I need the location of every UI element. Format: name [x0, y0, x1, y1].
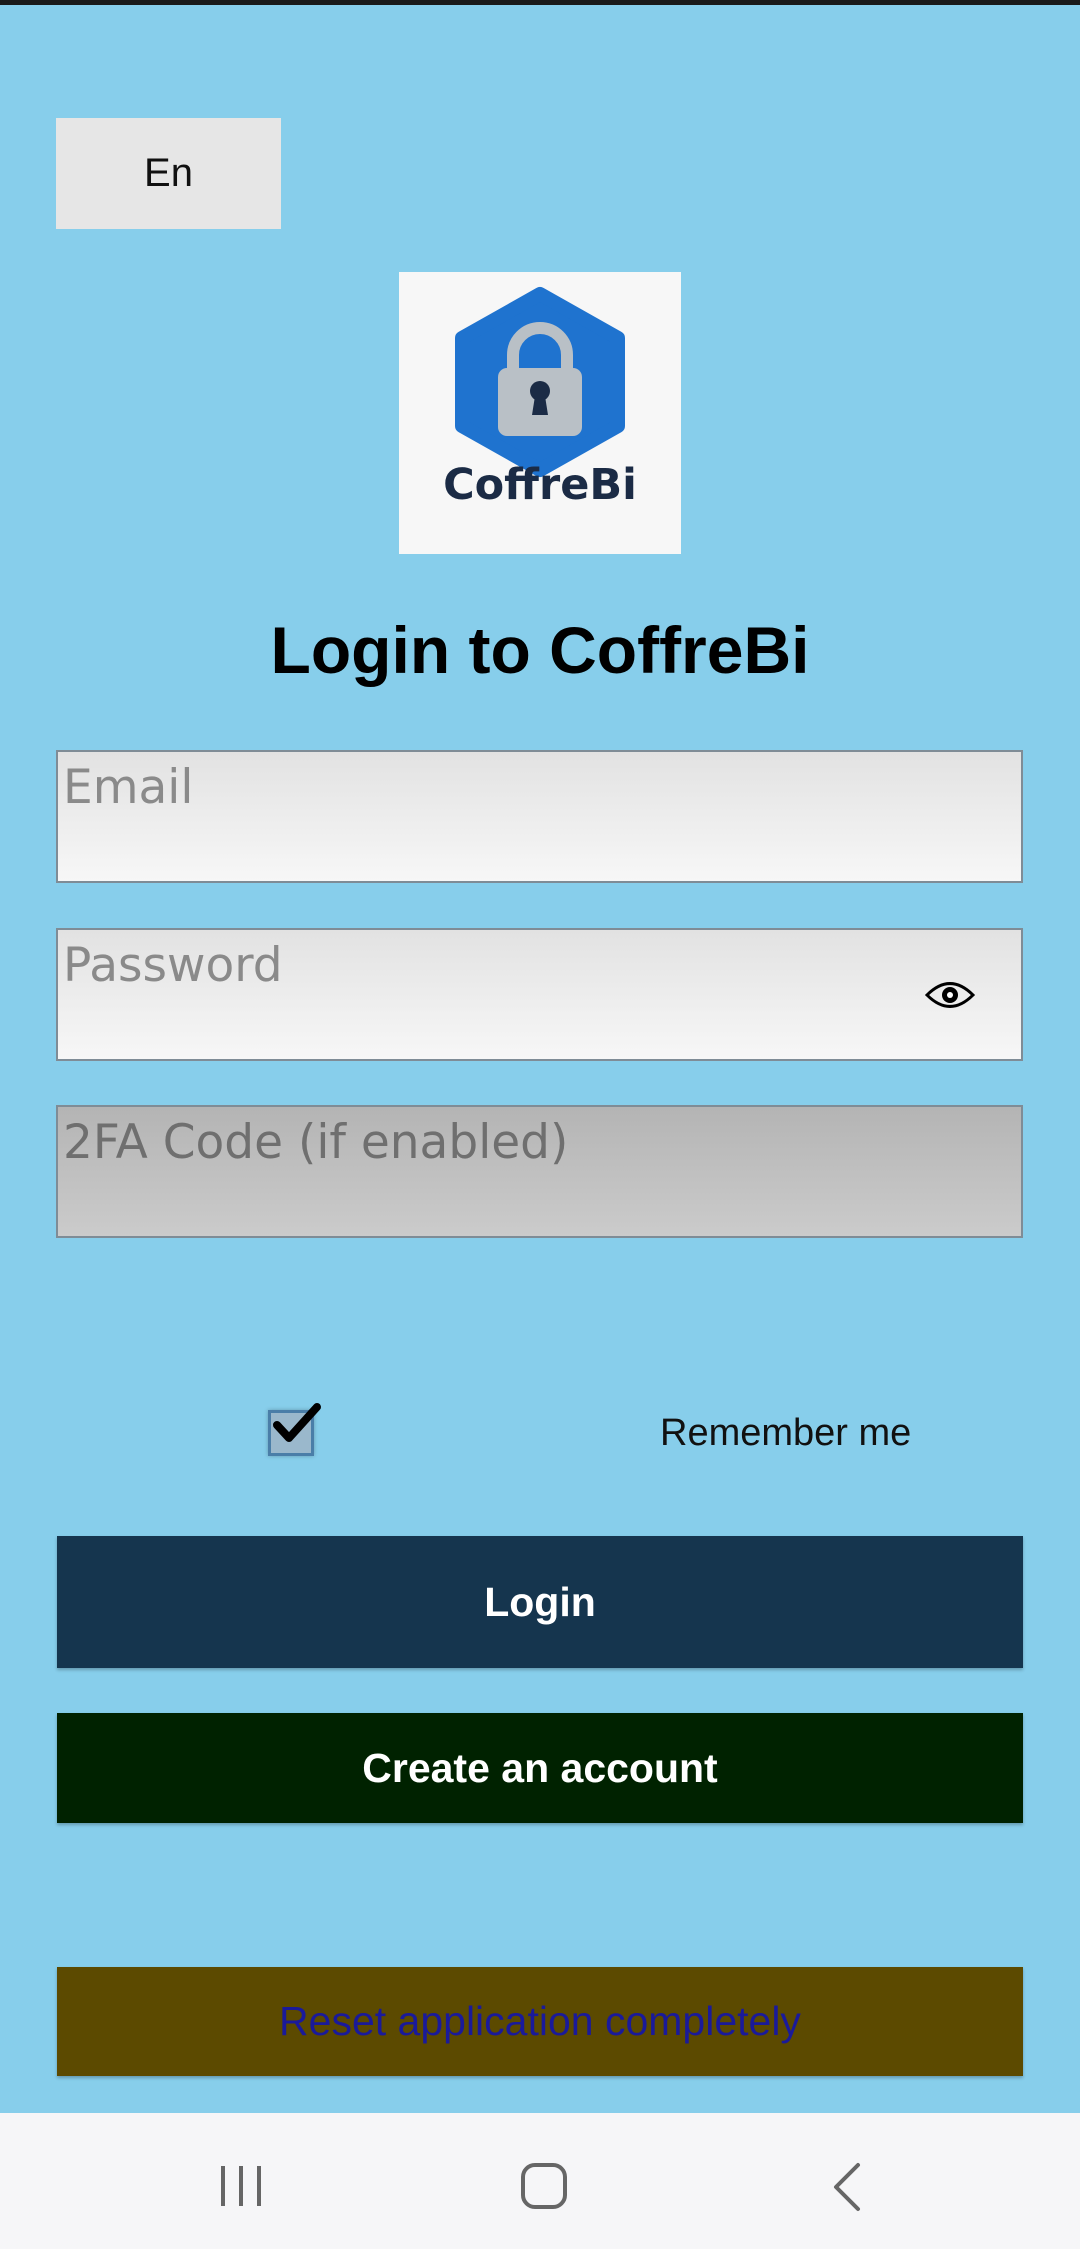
logo-text: CoffreBi	[443, 460, 637, 510]
twofa-field[interactable]: 2FA Code (if enabled)	[56, 1105, 1023, 1238]
recents-icon[interactable]	[218, 2164, 264, 2208]
app-logo: CoffreBi	[399, 272, 681, 554]
back-icon[interactable]	[830, 2161, 864, 2213]
home-icon[interactable]	[520, 2162, 568, 2210]
navigation-bar	[0, 2113, 1080, 2249]
login-button[interactable]: Login	[57, 1536, 1023, 1668]
remember-me-label: Remember me	[660, 1412, 912, 1454]
status-bar	[0, 0, 1080, 5]
twofa-placeholder: 2FA Code (if enabled)	[63, 1115, 569, 1170]
lock-hexagon-icon	[455, 287, 625, 477]
email-field[interactable]: Email	[56, 750, 1023, 883]
remember-me-checkbox[interactable]	[268, 1403, 321, 1456]
checkmark-icon	[273, 1403, 321, 1442]
email-placeholder: Email	[63, 760, 194, 815]
reset-application-button[interactable]: Reset application completely	[57, 1967, 1023, 2076]
password-placeholder: Password	[63, 938, 283, 993]
language-button[interactable]: En	[56, 118, 281, 229]
eye-icon[interactable]	[925, 976, 975, 1014]
password-field[interactable]: Password	[56, 928, 1023, 1061]
create-account-button[interactable]: Create an account	[57, 1713, 1023, 1823]
page-title: Login to CoffreBi	[270, 613, 810, 687]
